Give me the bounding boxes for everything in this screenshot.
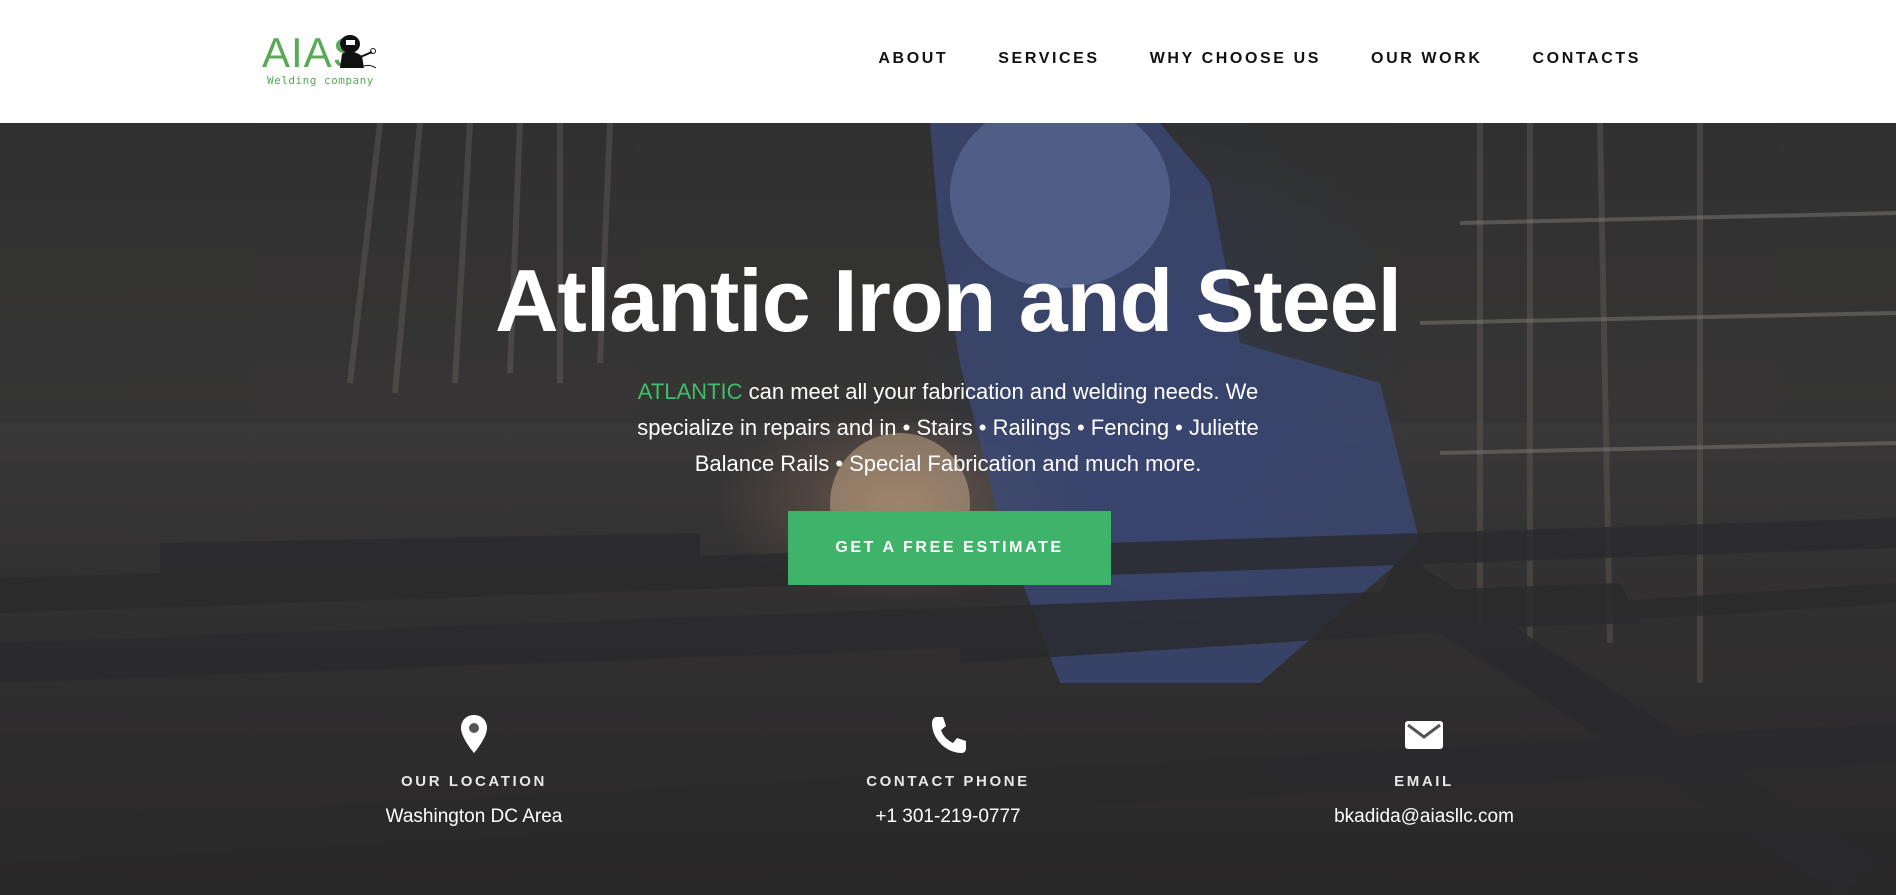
email-value[interactable]: bkadida@aiasllc.com (1274, 806, 1574, 828)
welder-logo-icon (340, 35, 377, 69)
email-info: EMAIL bkadida@aiasllc.com (1274, 713, 1574, 828)
nav-contacts[interactable]: CONTACTS (1533, 50, 1642, 68)
site-header: AIAS Welding company ABOUT SERVICES WHY … (0, 0, 1896, 123)
location-label: OUR LOCATION (401, 773, 547, 790)
envelope-icon (1405, 721, 1443, 749)
nav-about[interactable]: ABOUT (878, 50, 948, 68)
location-value: Washington DC Area (385, 806, 563, 827)
nav-why-choose-us[interactable]: WHY CHOOSE US (1150, 50, 1321, 68)
location-pin-icon (461, 715, 487, 753)
hero-description-accent: ATLANTIC (637, 379, 743, 404)
location-info: OUR LOCATION Washington DC Area (324, 713, 624, 828)
phone-icon (932, 717, 966, 753)
logo-subtitle: Welding company (267, 74, 374, 87)
main-nav: ABOUT SERVICES WHY CHOOSE US OUR WORK CO… (828, 50, 1641, 68)
phone-value[interactable]: +1 301-219-0777 (798, 806, 1098, 828)
logo[interactable]: AIAS Welding company (262, 30, 382, 90)
hero-section: Atlantic Iron and Steel ATLANTIC can mee… (0, 123, 1896, 895)
get-free-estimate-button[interactable]: GET A FREE ESTIMATE (788, 511, 1111, 585)
hero-title: Atlantic Iron and Steel (494, 251, 1402, 350)
nav-our-work[interactable]: OUR WORK (1371, 50, 1482, 68)
phone-label: CONTACT PHONE (866, 773, 1030, 790)
email-label: EMAIL (1394, 773, 1454, 790)
phone-info: CONTACT PHONE +1 301-219-0777 (798, 713, 1098, 828)
nav-services[interactable]: SERVICES (998, 50, 1099, 68)
hero-description: ATLANTIC can meet all your fabrication a… (630, 374, 1266, 482)
